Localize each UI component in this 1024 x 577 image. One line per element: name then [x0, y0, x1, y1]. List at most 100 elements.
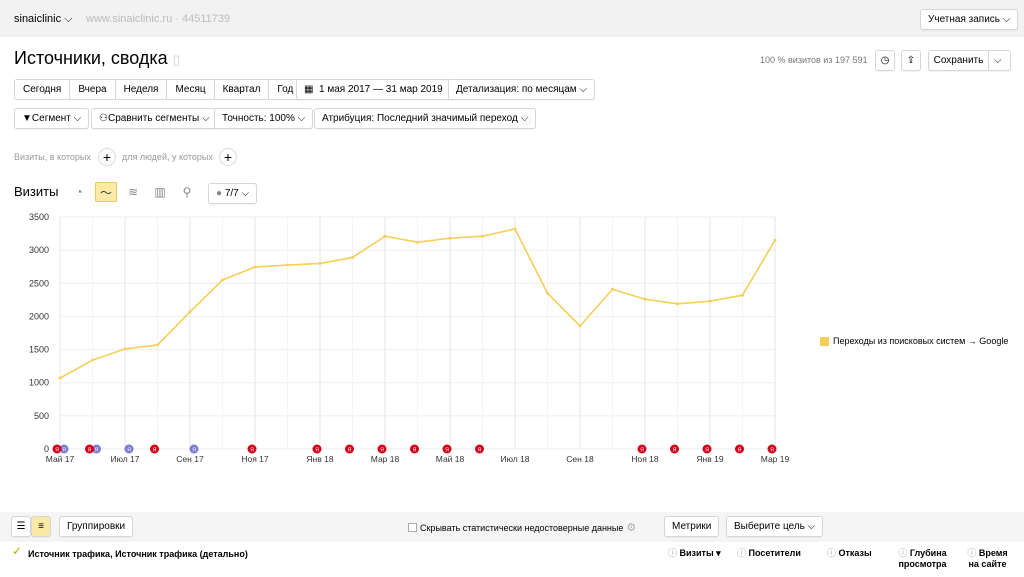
accuracy-dropdown[interactable]: Точность: 100% ⌵	[214, 108, 314, 129]
segment-button[interactable]: ▼Сегмент ⌵	[14, 108, 90, 129]
data-point	[91, 358, 94, 362]
column-label: Отказы	[838, 548, 872, 558]
y-tick-label: 0	[44, 444, 49, 454]
bookmark-icon[interactable]: ▯	[173, 52, 180, 67]
column-time[interactable]: ⓘ Время на сайте	[965, 548, 1010, 570]
data-point	[578, 324, 582, 328]
clock-icon[interactable]: ◷	[875, 50, 895, 71]
site-info: www.sinaiclinic.ru · 44511739	[86, 13, 231, 25]
column-bounces[interactable]: ⓘ Отказы	[827, 548, 872, 559]
annotation-marker	[92, 444, 101, 454]
y-tick-label: 1500	[29, 345, 49, 355]
annotation-marker-label: Я	[62, 448, 66, 454]
annotation-marker	[59, 444, 69, 454]
line-chart-icon[interactable]: 〜	[95, 182, 117, 202]
top-bar: sinaiclinic ⌵ www.sinaiclinic.ru · 44511…	[0, 0, 1024, 37]
compare-label: Сравнить сегменты	[107, 113, 200, 124]
x-tick-label: Ноя 17	[241, 454, 269, 464]
visits-condition-label: Визиты, в которых	[14, 152, 91, 162]
map-pin-icon[interactable]: ⚲	[176, 182, 198, 202]
annotation-marker-label: Я	[55, 448, 59, 454]
series-count: 7/7	[224, 188, 239, 199]
counter-name: sinaiclinic	[14, 13, 62, 25]
help-icon[interactable]: ⓘ	[521, 112, 531, 127]
legend-checkbox[interactable]	[820, 336, 829, 346]
visits-line-chart: 0 500 1000 1500 2000 2500 3000 3500 Май 17 Июл 17…	[29, 212, 790, 464]
compare-icon: ⚇	[99, 113, 108, 124]
annotation-marker-label: Я	[640, 448, 644, 454]
column-depth[interactable]: ⓘ Глубина просмотра	[895, 548, 950, 570]
dimension-header: Источник трафика, Источник трафика (дета…	[28, 549, 248, 559]
data-point	[676, 302, 679, 306]
annotation-marker-label: Я	[315, 448, 319, 454]
calendar-icon: ▦	[304, 84, 314, 95]
data-point	[416, 240, 419, 244]
counter-selector[interactable]: sinaiclinic ⌵	[14, 13, 72, 26]
annotation-marker	[189, 444, 199, 454]
list-view-icon[interactable]: ☰	[11, 516, 31, 537]
data-point	[123, 347, 127, 351]
annotation-marker-label: Я	[770, 448, 774, 454]
annotation-marker	[247, 444, 257, 454]
series-line	[59, 228, 776, 379]
period-today[interactable]: Сегодня	[15, 80, 71, 99]
annotation-marker-label: Я	[88, 448, 92, 454]
series-dot-icon: ●	[216, 188, 223, 199]
x-tick-label: Июл 18	[500, 454, 529, 464]
filter-icon: ▼	[22, 113, 32, 124]
annotation-marker	[52, 444, 62, 454]
annotation-marker	[377, 444, 387, 454]
column-visits[interactable]: ⓘ Визиты ▾	[668, 548, 721, 559]
save-label: Сохранить	[929, 51, 989, 70]
checkmark-icon[interactable]: ✓	[12, 544, 22, 558]
x-tick-label: Май 18	[436, 454, 465, 464]
goal-label: Выберите цель	[734, 521, 805, 532]
detail-label: Детализация: по месяцам	[456, 84, 577, 95]
groupings-button[interactable]: Группировки	[59, 516, 134, 537]
data-point	[611, 287, 614, 291]
chevron-down-icon[interactable]: ⌵	[989, 55, 1002, 66]
data-point	[643, 297, 647, 301]
period-yesterday[interactable]: Вчера	[70, 80, 116, 99]
attribution-dropdown[interactable]: Атрибуция: Последний значимый переход ⌵	[314, 108, 537, 129]
add-visit-condition-button[interactable]: +	[98, 148, 116, 166]
chart-legend-item[interactable]: Переходы из поисковых систем → Google	[820, 336, 1008, 346]
data-point	[481, 234, 484, 238]
annotation-marker-label: Я	[673, 448, 677, 454]
period-quarter[interactable]: Квартал	[215, 80, 270, 99]
metrics-button[interactable]: Метрики	[664, 516, 720, 537]
series-selector[interactable]: ● 7/7 ⌵	[208, 183, 258, 204]
data-point	[513, 227, 517, 231]
period-week[interactable]: Неделя	[116, 80, 168, 99]
data-point	[708, 299, 712, 303]
x-tick-label: Июл 17	[110, 454, 139, 464]
annotation-marker-label: Я	[478, 448, 482, 454]
checkbox[interactable]	[408, 523, 417, 532]
account-button[interactable]: Учетная запись ⌵	[920, 9, 1019, 30]
bar-chart-icon[interactable]: ▥	[149, 182, 171, 202]
gear-icon[interactable]: ⚙	[626, 521, 636, 534]
annotation-marker-label: Я	[127, 448, 131, 454]
page-title: Источники, сводка ▯	[14, 48, 180, 69]
tree-view-icon[interactable]: ≡	[31, 516, 51, 537]
annotation-marker	[345, 444, 354, 454]
hide-unreliable-toggle[interactable]: Скрывать статистически недостоверные дан…	[408, 521, 636, 534]
save-button[interactable]: Сохранить ⌵	[928, 50, 1011, 71]
segment-label: Сегмент	[31, 113, 71, 124]
goal-dropdown[interactable]: Выберите цель ⌵	[726, 516, 824, 537]
export-icon[interactable]: ⇪	[901, 50, 921, 71]
compare-segments-button[interactable]: ⚇Сравнить сегменты ⌵	[91, 108, 218, 129]
column-visitors[interactable]: ⓘ Посетители	[737, 548, 801, 559]
area-chart-icon[interactable]: ≋	[122, 182, 144, 202]
period-month[interactable]: Месяц	[167, 80, 215, 99]
annotation-marker-label: Я	[95, 448, 99, 454]
pie-chart-icon[interactable]: ◔	[68, 182, 90, 202]
date-range-button[interactable]: ▦ 1 мая 2017 — 31 мар 2019	[296, 79, 451, 100]
y-tick-label: 500	[34, 411, 49, 421]
annotation-marker	[702, 444, 712, 454]
data-point	[156, 343, 159, 347]
add-people-condition-button[interactable]: +	[219, 148, 237, 166]
annotation-marker-label: Я	[348, 448, 352, 454]
detail-dropdown[interactable]: Детализация: по месяцам ⌵	[448, 79, 596, 100]
annotation-marker	[637, 444, 647, 454]
